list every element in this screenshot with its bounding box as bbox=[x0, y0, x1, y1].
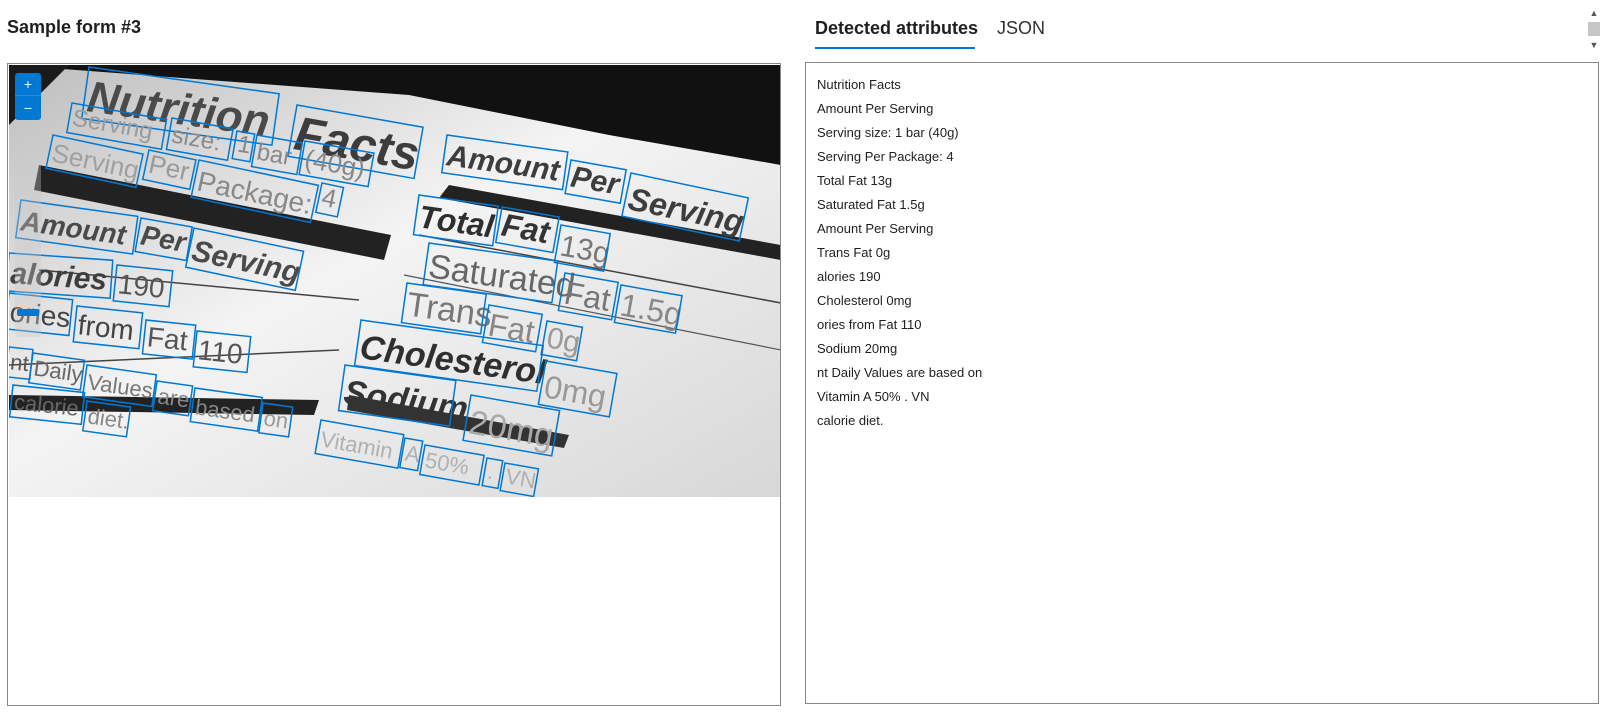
tab-json[interactable]: JSON bbox=[997, 18, 1045, 39]
attribute-line: nt Daily Values are based on bbox=[817, 365, 983, 380]
attribute-line: Nutrition Facts bbox=[817, 77, 901, 92]
ocr-word-text: 110 bbox=[196, 334, 244, 369]
attribute-line: Amount Per Serving bbox=[817, 221, 934, 236]
zoom-controls[interactable]: + − bbox=[15, 73, 41, 120]
ocr-word-text: are bbox=[156, 383, 191, 412]
attribute-line: Serving size: 1 bar (40g) bbox=[817, 125, 959, 140]
zoom-slider-track[interactable] bbox=[15, 137, 41, 337]
ocr-word-text: Fat bbox=[146, 321, 190, 356]
scroll-down-arrow-icon[interactable]: ▼ bbox=[1589, 40, 1599, 50]
nutrition-label-photo[interactable]: Nutrition Facts Serving size: 1 bar (40g) Servi… bbox=[9, 65, 780, 497]
ocr-word-text: on bbox=[262, 405, 290, 433]
form-title: Sample form #3 bbox=[7, 17, 142, 37]
attribute-line: alories 190 bbox=[817, 269, 881, 284]
attribute-line: Trans Fat 0g bbox=[817, 245, 891, 260]
attribute-line: calorie diet. bbox=[817, 413, 884, 428]
tab-detected-attributes[interactable]: Detected attributes bbox=[815, 18, 978, 39]
detected-attributes-panel[interactable]: Nutrition Facts Amount Per Serving Servi… bbox=[805, 62, 1599, 704]
page-scrollbar[interactable]: ▲ ▼ bbox=[1586, 8, 1602, 52]
attribute-line: Cholesterol 0mg bbox=[817, 293, 912, 308]
ocr-word-text: from bbox=[76, 309, 135, 346]
attribute-line: ories from Fat 110 bbox=[817, 317, 922, 332]
zoom-slider-thumb[interactable] bbox=[17, 309, 39, 316]
active-tab-indicator bbox=[815, 47, 975, 49]
scroll-up-arrow-icon[interactable]: ▲ bbox=[1589, 8, 1599, 18]
attribute-line: Vitamin A 50% . VN bbox=[817, 389, 930, 404]
document-image-panel[interactable]: Nutrition Facts Serving size: 1 bar (40g) Servi… bbox=[7, 63, 781, 706]
ocr-word-text: 190 bbox=[116, 268, 166, 304]
attribute-line: Sodium 20mg bbox=[817, 341, 898, 356]
scroll-thumb[interactable] bbox=[1588, 22, 1600, 36]
ocr-word-box[interactable]: from bbox=[72, 305, 144, 350]
attribute-line: Amount Per Serving bbox=[817, 101, 934, 116]
minus-icon[interactable]: − bbox=[15, 97, 41, 120]
ocr-word-text: nt bbox=[9, 349, 30, 376]
attribute-line: Total Fat 13g bbox=[817, 173, 893, 188]
attribute-line: Serving Per Package: 4 bbox=[817, 149, 954, 164]
plus-icon[interactable]: + bbox=[15, 73, 41, 96]
attribute-line: Saturated Fat 1.5g bbox=[817, 197, 925, 212]
